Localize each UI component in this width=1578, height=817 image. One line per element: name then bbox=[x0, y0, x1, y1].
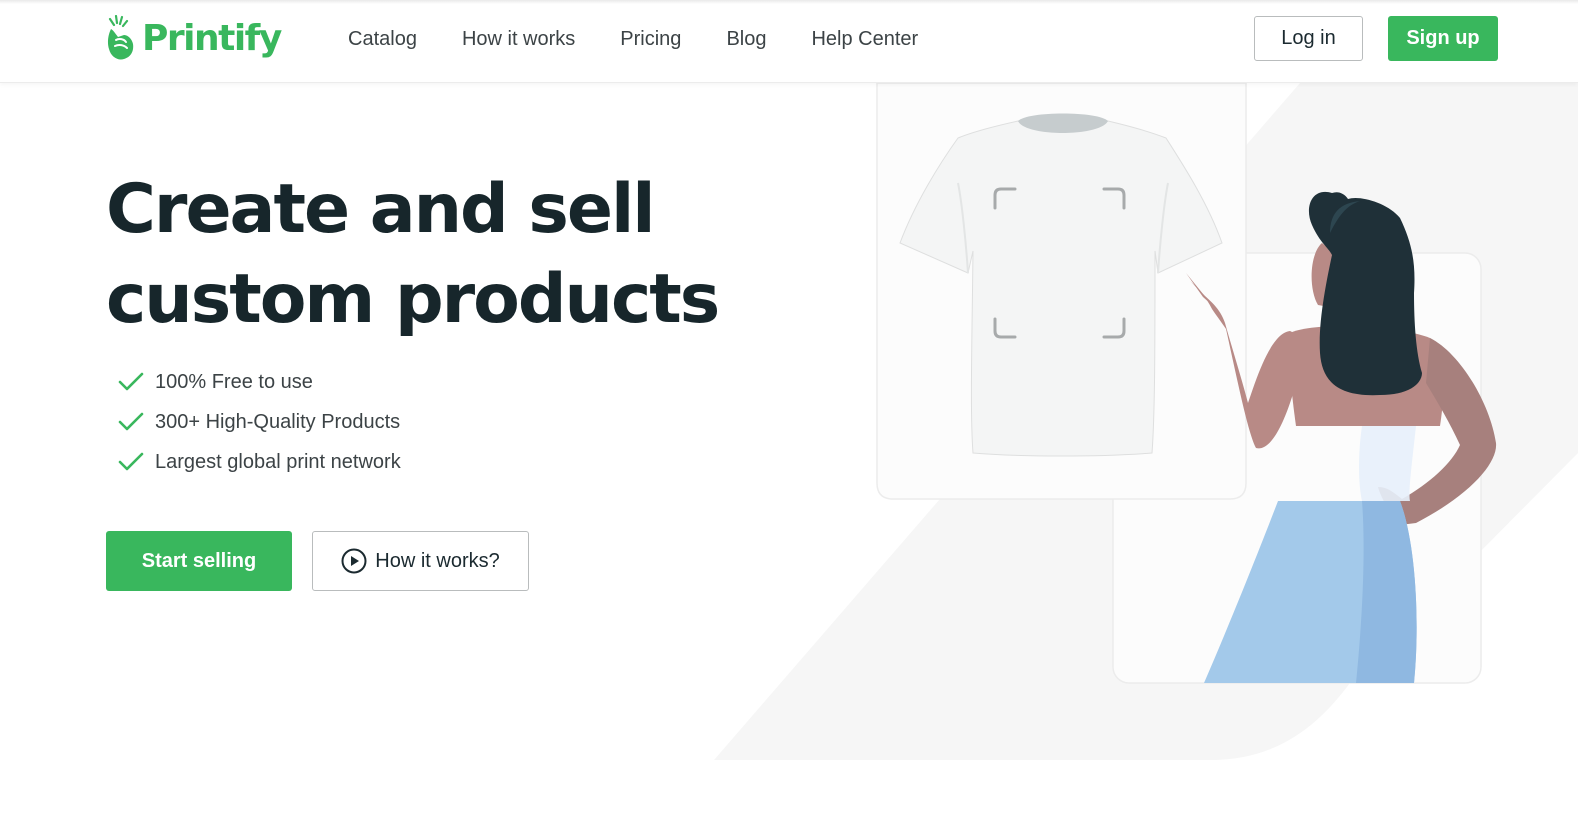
feature-text: 100% Free to use bbox=[155, 370, 313, 393]
check-icon bbox=[118, 452, 144, 471]
how-it-works-button[interactable]: How it works? bbox=[312, 531, 529, 591]
nav-how-it-works[interactable]: How it works bbox=[462, 26, 575, 52]
start-selling-button[interactable]: Start selling bbox=[106, 531, 292, 591]
feature-item: 300+ High-Quality Products bbox=[118, 402, 401, 442]
play-circle-icon bbox=[341, 548, 367, 574]
printify-hand-logo-icon bbox=[107, 15, 134, 60]
feature-item: Largest global print network bbox=[118, 442, 401, 482]
nav-help-center[interactable]: Help Center bbox=[811, 26, 918, 52]
check-icon bbox=[118, 412, 144, 431]
brand-name: Printify bbox=[142, 18, 282, 59]
printify-logo[interactable]: Printify bbox=[106, 15, 282, 63]
hero-illustration bbox=[714, 83, 1578, 760]
hero-title: Create and sell custom products bbox=[106, 170, 720, 339]
nav-pricing[interactable]: Pricing bbox=[620, 26, 681, 52]
signup-button[interactable]: Sign up bbox=[1388, 16, 1498, 61]
how-it-works-label: How it works? bbox=[375, 549, 500, 572]
feature-list: 100% Free to use 300+ High-Quality Produ… bbox=[118, 362, 401, 482]
feature-text: Largest global print network bbox=[155, 450, 401, 473]
feature-item: 100% Free to use bbox=[118, 362, 401, 402]
nav-blog[interactable]: Blog bbox=[726, 26, 766, 52]
feature-text: 300+ High-Quality Products bbox=[155, 410, 401, 433]
login-button[interactable]: Log in bbox=[1254, 16, 1363, 61]
main-nav: Catalog How it works Pricing Blog Help C… bbox=[348, 26, 963, 52]
check-icon bbox=[118, 372, 144, 391]
site-header: Printify Catalog How it works Pricing Bl… bbox=[0, 0, 1578, 83]
nav-catalog[interactable]: Catalog bbox=[348, 26, 417, 52]
